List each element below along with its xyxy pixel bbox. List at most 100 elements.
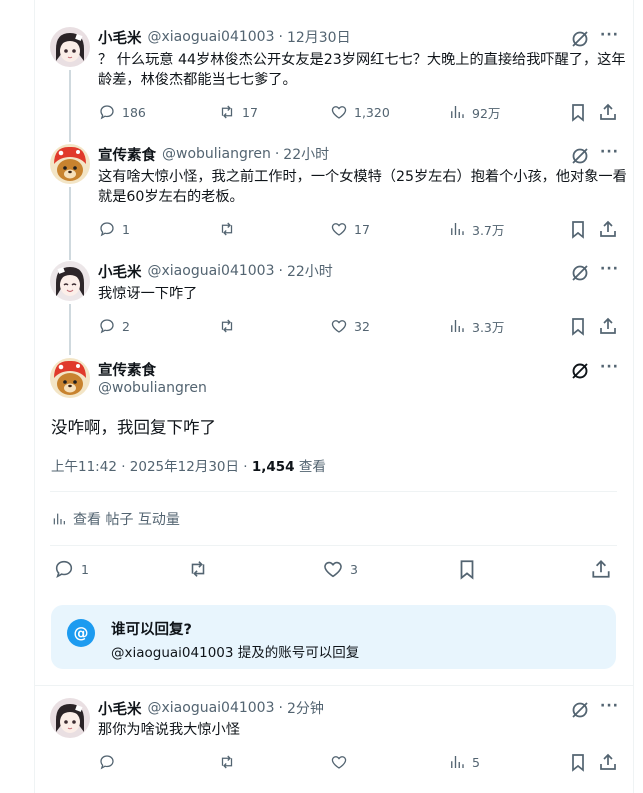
like-button[interactable]: 32 bbox=[330, 317, 370, 335]
repost-icon bbox=[221, 222, 233, 236]
bookmark-icon[interactable] bbox=[568, 316, 588, 336]
repost-icon bbox=[191, 561, 205, 577]
avatar[interactable] bbox=[50, 358, 90, 398]
user-handle[interactable]: @xiaoguai041003 bbox=[148, 29, 275, 45]
bookmark-icon[interactable] bbox=[568, 102, 588, 122]
user-handle[interactable]: @wobuliangren bbox=[98, 380, 207, 396]
like-button[interactable]: 3 bbox=[322, 558, 358, 580]
post-text: 我惊讶一下咋了 bbox=[98, 286, 198, 302]
post-time[interactable]: 22小时 bbox=[283, 144, 329, 164]
grok-icon[interactable] bbox=[570, 361, 590, 381]
avatar[interactable] bbox=[50, 144, 90, 184]
views-icon bbox=[451, 106, 464, 118]
reply-icon bbox=[100, 319, 114, 334]
avatar[interactable] bbox=[50, 27, 90, 67]
reply-button[interactable]: 1 bbox=[53, 558, 89, 580]
action-bar: 2 32 3.3万 bbox=[98, 315, 628, 337]
avatar[interactable] bbox=[50, 261, 90, 301]
reply-button[interactable]: 186 bbox=[98, 103, 146, 121]
post-text: 这有啥大惊小怪，我之前工作时，一个女模特（25岁左右）抱着个小孩，他对象一看就是… bbox=[98, 169, 627, 205]
separator-dot: · bbox=[278, 700, 283, 716]
grok-icon[interactable] bbox=[570, 29, 590, 49]
repost-icon bbox=[221, 319, 233, 333]
more-options-icon[interactable]: ··· bbox=[600, 144, 619, 160]
more-options-icon[interactable]: ··· bbox=[600, 27, 619, 43]
repost-button[interactable] bbox=[218, 753, 236, 771]
view-engagements-link[interactable]: 查看 帖子 互动量 bbox=[51, 509, 180, 529]
action-bar: 1 17 3.7万 bbox=[98, 218, 628, 240]
user-handle[interactable]: @xiaoguai041003 bbox=[148, 263, 275, 279]
post-meta: 上午11:42 · 2025年12月30日 · 1,454 查看 bbox=[51, 455, 326, 475]
post-time[interactable]: 12月30日 bbox=[287, 27, 351, 47]
like-count: 17 bbox=[354, 221, 370, 237]
avatar[interactable] bbox=[50, 698, 90, 738]
like-button[interactable] bbox=[330, 753, 348, 771]
grok-icon[interactable] bbox=[570, 700, 590, 720]
post-text: ？ 什么玩意 44岁林俊杰公开女友是23岁网红七七？大晚上的直接给我吓醒了，这年… bbox=[98, 52, 626, 88]
grok-icon[interactable] bbox=[570, 263, 590, 283]
user-handle[interactable]: @xiaoguai041003 bbox=[148, 700, 275, 716]
timeline: 小毛米 @xiaoguai041003 · 12月30日 ··· ？ 什么玩意 … bbox=[0, 0, 643, 793]
reply-icon bbox=[100, 222, 114, 237]
bookmark-icon[interactable] bbox=[568, 219, 588, 239]
post-header: 宣传素食 @wobuliangren · 22小时 bbox=[98, 144, 329, 164]
reply-restriction-notice: @ 谁可以回复? @xiaoguai041003 提及的账号可以回复 bbox=[51, 605, 616, 669]
view-label: 查看 bbox=[294, 459, 326, 475]
heart-icon bbox=[331, 106, 347, 119]
repost-icon bbox=[221, 105, 233, 119]
views-button[interactable]: 5 bbox=[448, 753, 480, 771]
display-name[interactable]: 宣传素食 bbox=[98, 144, 156, 165]
repost-button[interactable] bbox=[187, 558, 209, 580]
share-icon[interactable] bbox=[598, 219, 618, 239]
views-icon bbox=[451, 223, 464, 235]
heart-icon bbox=[331, 223, 347, 236]
grok-icon[interactable] bbox=[570, 146, 590, 166]
view-count: 3.3万 bbox=[472, 319, 505, 335]
reply-count: 186 bbox=[122, 104, 146, 120]
separator-dot: · bbox=[278, 263, 283, 279]
reply-button[interactable] bbox=[98, 753, 116, 771]
user-handle[interactable]: @wobuliangren bbox=[162, 146, 271, 162]
repost-button[interactable]: 17 bbox=[218, 103, 258, 121]
display-name[interactable]: 小毛米 bbox=[98, 261, 142, 282]
like-button[interactable]: 1,320 bbox=[330, 103, 390, 121]
share-icon[interactable] bbox=[598, 102, 618, 122]
notice-title: 谁可以回复? bbox=[111, 622, 192, 638]
like-button[interactable]: 17 bbox=[330, 220, 370, 238]
display-name[interactable]: 小毛米 bbox=[98, 698, 142, 719]
views-button[interactable]: 92万 bbox=[448, 103, 500, 122]
right-border bbox=[633, 0, 634, 793]
action-bar: 5 bbox=[98, 751, 628, 773]
bookmark-icon[interactable] bbox=[568, 752, 588, 772]
more-options-icon[interactable]: ··· bbox=[600, 261, 619, 277]
share-icon[interactable] bbox=[598, 752, 618, 772]
repost-button[interactable] bbox=[218, 220, 242, 238]
view-count: 3.7万 bbox=[472, 222, 505, 238]
post-time[interactable]: 22小时 bbox=[287, 261, 333, 281]
more-options-icon[interactable]: ··· bbox=[600, 698, 619, 714]
post-header: 小毛米 @xiaoguai041003 · 22小时 bbox=[98, 261, 333, 281]
views-button[interactable]: 3.3万 bbox=[448, 317, 504, 336]
repost-button[interactable] bbox=[218, 317, 242, 335]
more-options-icon[interactable]: ··· bbox=[600, 359, 619, 375]
view-count: 92万 bbox=[472, 105, 501, 121]
reply-icon bbox=[100, 755, 114, 770]
reply-count: 1 bbox=[122, 221, 130, 237]
display-name[interactable]: 宣传素食 bbox=[98, 359, 156, 380]
views-button[interactable]: 3.7万 bbox=[448, 220, 504, 239]
bookmark-icon[interactable] bbox=[456, 558, 478, 580]
post-timestamp[interactable]: 上午11:42 · 2025年12月30日 · bbox=[51, 459, 252, 475]
main-action-bar: 1 3 bbox=[51, 557, 616, 581]
share-icon[interactable] bbox=[590, 558, 612, 580]
post-time[interactable]: 2分钟 bbox=[287, 698, 324, 718]
left-border bbox=[34, 0, 35, 793]
post-header: 小毛米 @xiaoguai041003 · 2分钟 bbox=[98, 698, 324, 718]
display-name[interactable]: 小毛米 bbox=[98, 27, 142, 48]
repost-icon bbox=[221, 755, 233, 769]
share-icon[interactable] bbox=[598, 316, 618, 336]
views-icon bbox=[451, 320, 464, 332]
reply-button[interactable]: 1 bbox=[98, 220, 130, 238]
thread-line bbox=[69, 304, 71, 355]
reply-button[interactable]: 2 bbox=[98, 317, 130, 335]
like-count: 32 bbox=[354, 318, 370, 334]
